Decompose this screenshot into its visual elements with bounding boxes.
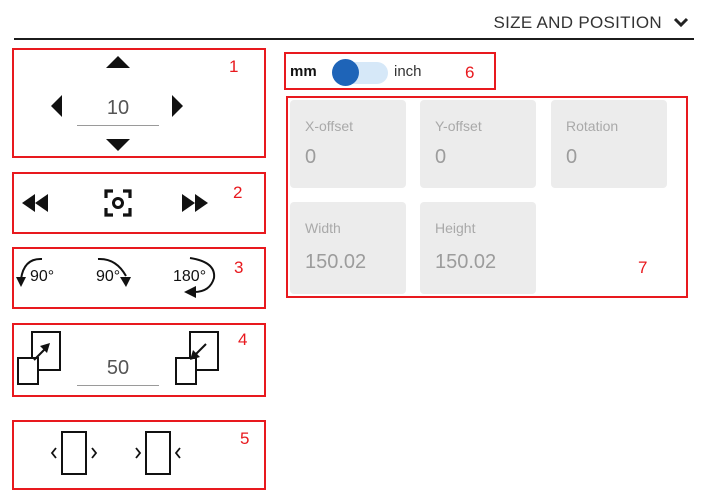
annotation-label-7: 7 <box>638 258 648 277</box>
move-step-input[interactable] <box>77 92 159 126</box>
annotation-box-2 <box>12 172 266 234</box>
unit-toggle-knob[interactable] <box>332 59 359 86</box>
rotation-field[interactable]: Rotation 0 <box>551 100 667 188</box>
width-value[interactable]: 150.02 <box>305 251 366 274</box>
unit-mm-label: mm <box>290 63 317 80</box>
width-field[interactable]: Width 150.02 <box>290 202 406 294</box>
rotate-180-button[interactable]: 180° <box>170 252 230 300</box>
rotate-180-icon <box>184 257 216 298</box>
x-offset-label: X-offset <box>305 118 353 134</box>
y-offset-field[interactable]: Y-offset 0 <box>420 100 536 188</box>
flip-horizontal-out-icon[interactable] <box>46 430 102 476</box>
fast-rewind-icon[interactable] <box>22 194 48 212</box>
arrow-right-icon[interactable] <box>172 95 183 117</box>
scale-up-icon[interactable] <box>16 330 62 386</box>
rotate-ccw-90-button[interactable]: 90° <box>16 252 76 296</box>
height-field[interactable]: Height 150.02 <box>420 202 536 294</box>
arrow-left-icon[interactable] <box>51 95 62 117</box>
annotation-label-3: 3 <box>234 258 244 277</box>
y-offset-value[interactable]: 0 <box>435 146 446 169</box>
rotate-cw-90-button[interactable]: 90° <box>94 252 150 296</box>
x-offset-value[interactable]: 0 <box>305 146 316 169</box>
rotate-cw-icon <box>97 257 131 287</box>
arrow-up-icon[interactable] <box>106 56 130 68</box>
rotate-ccw-label: 90° <box>30 268 55 285</box>
rotation-label: Rotation <box>566 118 619 134</box>
height-label: Height <box>435 220 476 236</box>
annotation-label-4: 4 <box>238 330 248 349</box>
x-offset-field[interactable]: X-offset 0 <box>290 100 406 188</box>
annotation-label-2: 2 <box>233 183 243 202</box>
scale-percent-input[interactable] <box>77 352 159 386</box>
section-title[interactable]: SIZE AND POSITION <box>493 13 662 33</box>
annotation-label-6: 6 <box>465 63 475 82</box>
flip-horizontal-in-icon[interactable] <box>130 430 186 476</box>
center-focus-icon[interactable] <box>103 188 133 218</box>
scale-down-icon[interactable] <box>174 330 220 386</box>
fast-forward-icon[interactable] <box>182 194 208 212</box>
rotation-value[interactable]: 0 <box>566 146 577 169</box>
height-value[interactable]: 150.02 <box>435 251 496 274</box>
annotation-label-5: 5 <box>240 429 250 448</box>
header-divider <box>14 38 694 40</box>
chevron-down-icon[interactable] <box>672 15 690 31</box>
width-label: Width <box>305 220 341 236</box>
arrow-down-icon[interactable] <box>106 139 130 151</box>
y-offset-label: Y-offset <box>435 118 482 134</box>
annotation-label-1: 1 <box>229 57 239 76</box>
unit-inch-label: inch <box>394 63 422 80</box>
